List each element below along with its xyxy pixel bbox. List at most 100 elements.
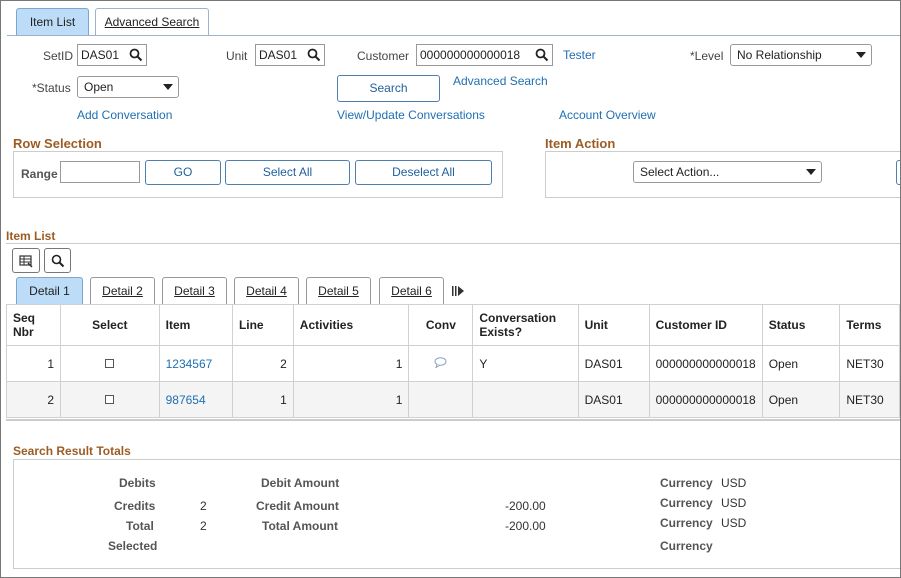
tab-detail-5[interactable]: Detail 5	[306, 277, 371, 304]
line-cell: 2	[231, 345, 294, 382]
item-grid: Seq Nbr Select Item Line Activities Conv …	[5, 304, 900, 418]
setid-value: DAS01	[81, 48, 120, 62]
tab-detail-3[interactable]: Detail 3	[162, 277, 227, 304]
col-customer-id[interactable]: Customer ID	[648, 304, 763, 346]
level-value: No Relationship	[737, 48, 822, 62]
grid-bottom-border	[6, 419, 900, 421]
add-conversation-link[interactable]: Add Conversation	[77, 108, 172, 122]
setid-field[interactable]: DAS01	[77, 44, 147, 66]
table-row: 2 987654 1 1 DAS01 000000000000018 Open …	[5, 381, 900, 418]
item-list-divider	[6, 243, 900, 244]
table-row: 1 1234567 2 1 Y DAS01 000000000000018 Op…	[5, 345, 900, 382]
currency-label: Currency	[660, 496, 713, 510]
chevron-down-icon	[856, 52, 866, 58]
seq-cell: 1	[5, 345, 62, 382]
customer-field[interactable]: 000000000000018	[416, 44, 553, 66]
customer-value: 000000000000018	[420, 48, 521, 62]
grid-find-button[interactable]	[44, 248, 71, 273]
col-seq-nbr[interactable]: Seq Nbr	[5, 304, 62, 346]
col-nbr-label: Nbr	[13, 325, 34, 339]
total-amount: -200.00	[505, 519, 546, 533]
currency-label: Currency	[660, 539, 713, 553]
item-action-go-button[interactable]	[896, 160, 900, 185]
credit-amount: -200.00	[505, 499, 546, 513]
customer-name-link[interactable]: Tester	[563, 48, 596, 62]
currency-value: USD	[721, 476, 747, 490]
status-cell: Open	[761, 381, 841, 418]
tab-detail-6[interactable]: Detail 6	[379, 277, 444, 304]
level-select[interactable]: No Relationship	[730, 44, 872, 66]
item-cell: 987654	[158, 381, 233, 418]
show-all-columns-icon[interactable]	[451, 285, 465, 297]
select-cell	[60, 381, 160, 418]
total-count: 2	[200, 519, 207, 533]
go-button[interactable]: GO	[145, 160, 221, 185]
conv-exists-cell	[472, 381, 579, 418]
unit-field[interactable]: DAS01	[255, 44, 325, 66]
tab-detail-1[interactable]: Detail 1	[16, 277, 83, 304]
col-item[interactable]: Item	[158, 304, 233, 346]
grid-settings-icon	[19, 255, 33, 268]
tab-divider	[7, 35, 900, 36]
currency-label: Currency	[660, 476, 713, 490]
chevron-down-icon	[806, 169, 816, 175]
range-input[interactable]	[60, 161, 140, 183]
search-icon[interactable]	[129, 48, 143, 62]
col-select[interactable]: Select	[60, 304, 160, 346]
grid-personalize-button[interactable]	[12, 248, 40, 273]
tab-item-list[interactable]: Item List	[16, 8, 89, 35]
activities-cell: 1	[292, 345, 410, 382]
col-conv[interactable]: Conv	[408, 304, 474, 346]
account-overview-link[interactable]: Account Overview	[559, 108, 656, 122]
col-unit[interactable]: Unit	[577, 304, 650, 346]
status-cell: Open	[761, 345, 841, 382]
unit-cell: DAS01	[577, 381, 650, 418]
col-conv-exists-label-1: Conversation	[479, 311, 557, 325]
tab-item-list-label: Item List	[29, 15, 76, 29]
debit-amount-label: Debit Amount	[261, 476, 340, 490]
item-action-value: Select Action...	[640, 165, 720, 179]
search-icon[interactable]	[535, 48, 549, 62]
tab-advanced-search[interactable]: Advanced Search	[95, 8, 209, 35]
advanced-search-link[interactable]: Advanced Search	[453, 74, 548, 88]
view-update-conversations-link[interactable]: View/Update Conversations	[337, 108, 485, 122]
currency-value: USD	[721, 496, 747, 510]
credits-count: 2	[200, 499, 207, 513]
status-label: *Status	[32, 81, 71, 95]
col-conversation-exists[interactable]: Conversation Exists?	[472, 304, 579, 346]
currency-value: USD	[721, 516, 747, 530]
chevron-down-icon	[163, 84, 173, 90]
chat-bubble-icon[interactable]	[434, 356, 447, 369]
status-select[interactable]: Open	[77, 76, 179, 98]
select-checkbox[interactable]	[105, 394, 115, 404]
col-seq-label: Seq	[13, 311, 36, 325]
unit-label: Unit	[226, 49, 248, 63]
col-activities[interactable]: Activities	[292, 304, 410, 346]
deselect-all-button[interactable]: Deselect All	[355, 160, 492, 185]
item-action-select[interactable]: Select Action...	[633, 161, 822, 183]
totals-title: Search Result Totals	[13, 444, 131, 458]
total-label: Total	[126, 519, 154, 533]
item-cell: 1234567	[158, 345, 233, 382]
status-value: Open	[84, 80, 114, 94]
credits-label: Credits	[114, 499, 156, 513]
tab-detail-2[interactable]: Detail 2	[90, 277, 155, 304]
select-checkbox[interactable]	[105, 358, 115, 368]
search-icon[interactable]	[307, 48, 321, 62]
search-button[interactable]: Search	[337, 75, 440, 102]
select-all-button[interactable]: Select All	[225, 160, 350, 185]
conv-cell	[408, 381, 474, 418]
col-status[interactable]: Status	[761, 304, 841, 346]
customer-label: Customer	[357, 49, 410, 63]
item-link[interactable]: 1234567	[166, 357, 213, 371]
item-action-title: Item Action	[545, 136, 616, 151]
customer-id-cell: 000000000000018	[648, 345, 763, 382]
line-cell: 1	[231, 381, 294, 418]
tab-detail-4[interactable]: Detail 4	[234, 277, 299, 304]
unit-value: DAS01	[259, 48, 298, 62]
item-list-title: Item List	[6, 229, 56, 243]
col-line[interactable]: Line	[231, 304, 294, 346]
item-link[interactable]: 987654	[166, 393, 206, 407]
debits-label: Debits	[119, 476, 156, 490]
col-terms[interactable]: Terms	[839, 304, 900, 346]
